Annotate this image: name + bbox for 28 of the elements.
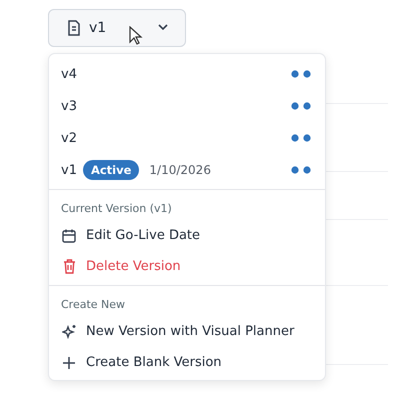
version-label: v4 bbox=[61, 66, 77, 82]
menu-item[interactable]: Delete Version bbox=[49, 251, 325, 282]
section-heading: Create New bbox=[60, 297, 126, 313]
version-label: v2 bbox=[61, 130, 77, 146]
document-icon bbox=[67, 20, 81, 36]
menu-item[interactable]: New Version with Visual Planner bbox=[49, 316, 325, 347]
go-live-date: 1/10/2026 bbox=[149, 163, 211, 177]
version-dropdown-button[interactable]: v1 bbox=[48, 9, 186, 47]
sparkle-icon bbox=[62, 324, 76, 339]
version-item[interactable]: v3 bbox=[49, 90, 325, 122]
menu-item[interactable]: Edit Go-Live Date bbox=[49, 220, 325, 251]
trash-icon bbox=[62, 259, 76, 274]
plus-icon bbox=[63, 356, 75, 368]
cursor-icon bbox=[129, 26, 143, 46]
dots-icon[interactable] bbox=[291, 70, 313, 78]
menu-item[interactable]: Create Blank Version bbox=[49, 347, 325, 378]
version-item[interactable]: v2 bbox=[49, 122, 325, 154]
version-item[interactable]: v1 Active 1/10/2026 bbox=[49, 154, 325, 186]
dots-icon[interactable] bbox=[291, 166, 313, 174]
dots-icon[interactable] bbox=[291, 102, 313, 110]
section-heading: Current Version (v1) bbox=[60, 201, 173, 217]
version-label: v1 bbox=[61, 162, 77, 178]
active-badge: Active bbox=[82, 160, 140, 180]
version-label: v3 bbox=[61, 98, 77, 114]
chevron-down-icon bbox=[158, 24, 168, 30]
dots-icon[interactable] bbox=[291, 134, 313, 142]
calendar-icon bbox=[62, 228, 76, 242]
version-item[interactable]: v4 bbox=[49, 58, 325, 90]
